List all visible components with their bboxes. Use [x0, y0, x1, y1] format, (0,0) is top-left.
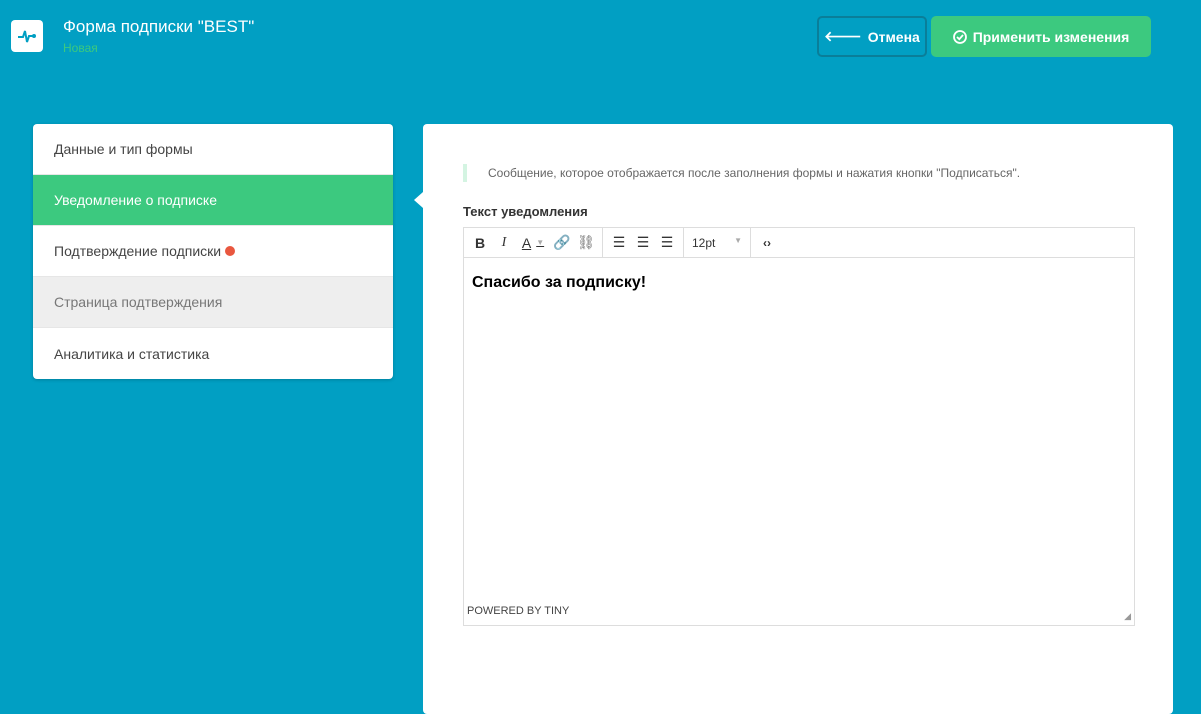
- status-badge: Новая: [63, 41, 98, 55]
- unlink-icon[interactable]: ⛓: [574, 231, 598, 255]
- main-panel: Сообщение, которое отображается после за…: [423, 124, 1173, 714]
- italic-icon[interactable]: I: [492, 231, 516, 255]
- font-size-value: 12pt: [692, 235, 716, 250]
- sidebar-item-confirmation-page[interactable]: Страница подтверждения: [33, 277, 393, 328]
- info-note: Сообщение, которое отображается после за…: [463, 164, 1020, 182]
- editor-toolbar: B I A ▼ 🔗 ⛓ ☰ ☰ ☰ 12pt ▼ ‹›: [464, 228, 1134, 258]
- sidebar-item-label: Подтверждение подписки: [54, 243, 222, 259]
- cancel-label: Отмена: [867, 28, 920, 45]
- bold-icon[interactable]: B: [468, 231, 492, 255]
- pulse-icon: [18, 30, 36, 43]
- sidebar-item-label: Данные и тип формы: [54, 141, 193, 157]
- resize-handle-icon[interactable]: ◢: [1124, 611, 1131, 622]
- apply-button[interactable]: Применить изменения: [931, 16, 1151, 57]
- app-logo[interactable]: [11, 20, 43, 52]
- sidebar-item-confirmation[interactable]: Подтверждение подписки: [33, 226, 393, 277]
- sidebar-item-analytics[interactable]: Аналитика и статистика: [33, 328, 393, 379]
- sidebar-item-label: Уведомление о подписке: [54, 192, 218, 208]
- alert-dot-icon: [225, 246, 236, 256]
- code-icon[interactable]: ‹›: [755, 231, 779, 255]
- align-right-icon[interactable]: ☰: [655, 231, 679, 255]
- link-icon[interactable]: 🔗: [550, 231, 574, 255]
- editor-content[interactable]: Спасибо за подписку!: [464, 258, 1134, 308]
- cancel-button[interactable]: 🡐 Отмена: [817, 16, 927, 57]
- chevron-down-icon: ▼: [734, 235, 742, 245]
- align-center-icon[interactable]: ☰: [631, 231, 655, 255]
- sidebar-item-label: Аналитика и статистика: [54, 345, 210, 362]
- rich-text-editor: B I A ▼ 🔗 ⛓ ☰ ☰ ☰ 12pt ▼ ‹› Спасибо за под…: [463, 227, 1135, 626]
- sidebar-item-label: Страница подтверждения: [54, 294, 223, 310]
- sidebar-item-notification[interactable]: Уведомление о подписке: [33, 175, 393, 226]
- sidebar-item-data[interactable]: Данные и тип формы: [33, 124, 393, 175]
- field-label: Текст уведомления: [463, 204, 588, 219]
- sidebar: Данные и тип формы Уведомление о подписк…: [33, 124, 393, 379]
- text-color-icon[interactable]: A ▼: [516, 231, 550, 255]
- font-size-select[interactable]: 12pt ▼: [688, 236, 746, 250]
- arrow-left-icon: 🡐: [824, 28, 862, 44]
- powered-by-tiny[interactable]: POWERED BY TINY: [467, 605, 569, 617]
- check-circle-icon: [952, 29, 967, 44]
- apply-label: Применить изменения: [972, 28, 1130, 45]
- align-left-icon[interactable]: ☰: [607, 231, 631, 255]
- active-pointer: [414, 192, 423, 208]
- page-title: Форма подписки "BEST": [63, 17, 255, 36]
